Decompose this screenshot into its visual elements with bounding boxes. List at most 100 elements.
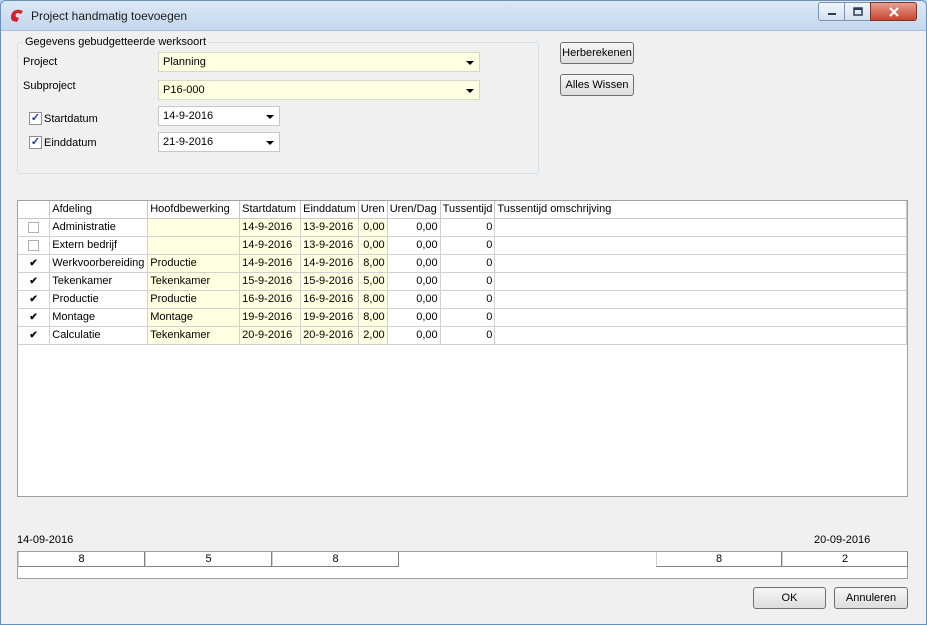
cell-tussentijd[interactable]: 0 <box>440 290 496 309</box>
cell-startdatum[interactable]: 15-9-2016 <box>239 272 302 291</box>
cell-uren[interactable]: 0,00 <box>358 218 388 237</box>
cell-tussentijd[interactable]: 0 <box>440 254 496 273</box>
cell-afdeling[interactable]: Calculatie <box>49 326 149 345</box>
annuleren-button[interactable]: Annuleren <box>834 587 908 609</box>
cell-uren[interactable]: 2,00 <box>358 326 388 345</box>
cell-startdatum[interactable]: 14-9-2016 <box>239 254 302 273</box>
cell-tussentijd-omschrijving[interactable] <box>494 218 907 237</box>
col-header-hoofdbewerking[interactable]: Hoofdbewerking <box>147 201 241 219</box>
cell-hoofdbewerking[interactable]: Productie <box>147 290 241 309</box>
startdatum-datepicker[interactable]: 14-9-2016 <box>158 106 280 126</box>
close-button[interactable] <box>870 2 917 21</box>
col-header-uren-dag[interactable]: Uren/Dag <box>387 201 441 219</box>
cell-tussentijd-omschrijving[interactable] <box>494 272 907 291</box>
cell-hoofdbewerking[interactable]: Montage <box>147 308 241 327</box>
cell-startdatum[interactable]: 14-9-2016 <box>239 218 302 237</box>
row-checkbox[interactable] <box>28 221 40 233</box>
grid-scroll-gutter <box>908 200 911 497</box>
table-row[interactable]: CalculatieTekenkamer20-9-201620-9-20162,… <box>18 326 907 345</box>
einddatum-datepicker[interactable]: 21-9-2016 <box>158 132 280 152</box>
cell-hoofdbewerking[interactable] <box>147 218 241 237</box>
cell-hoofdbewerking[interactable]: Productie <box>147 254 241 273</box>
cell-uren-dag[interactable]: 0,00 <box>387 290 441 309</box>
cell-uren-dag[interactable]: 0,00 <box>387 236 441 255</box>
table-row[interactable]: TekenkamerTekenkamer15-9-201615-9-20165,… <box>18 272 907 291</box>
app-logo-icon <box>11 9 23 22</box>
table-row[interactable]: WerkvoorbereidingProductie14-9-201614-9-… <box>18 254 907 273</box>
einddatum-checkbox[interactable] <box>29 136 42 149</box>
cell-tussentijd-omschrijving[interactable] <box>494 254 907 273</box>
cell-hoofdbewerking[interactable]: Tekenkamer <box>147 326 241 345</box>
cell-einddatum[interactable]: 13-9-2016 <box>300 236 359 255</box>
cell-startdatum[interactable]: 20-9-2016 <box>239 326 302 345</box>
row-checkbox[interactable] <box>28 311 40 323</box>
col-header-tussentijd[interactable]: Tussentijd <box>440 201 496 219</box>
cell-einddatum[interactable]: 14-9-2016 <box>300 254 359 273</box>
cell-uren[interactable]: 8,00 <box>358 290 388 309</box>
cell-hoofdbewerking[interactable]: Tekenkamer <box>147 272 241 291</box>
subproject-dropdown[interactable]: P16-000 <box>158 80 480 100</box>
cell-startdatum[interactable]: 16-9-2016 <box>239 290 302 309</box>
cell-einddatum[interactable]: 15-9-2016 <box>300 272 359 291</box>
cell-afdeling[interactable]: Extern bedrijf <box>49 236 149 255</box>
table-row[interactable]: ProductieProductie16-9-201616-9-20168,00… <box>18 290 907 309</box>
project-dropdown[interactable]: Planning <box>158 52 480 72</box>
minimize-button[interactable] <box>818 2 845 21</box>
cell-tussentijd-omschrijving[interactable] <box>494 236 907 255</box>
timeline-segment[interactable]: 8 <box>656 552 782 567</box>
col-header-tussentijd-omschrijving[interactable]: Tussentijd omschrijving <box>494 201 907 219</box>
col-header-uren[interactable]: Uren <box>358 201 388 219</box>
table-row[interactable]: Administratie 14-9-2016 13-9-2016 0,00 0,00 0 <box>18 218 907 237</box>
cell-uren-dag[interactable]: 0,00 <box>387 218 441 237</box>
cell-tussentijd-omschrijving[interactable] <box>494 326 907 345</box>
cell-hoofdbewerking[interactable] <box>147 236 241 255</box>
cell-uren[interactable]: 5,00 <box>358 272 388 291</box>
col-header-afdeling[interactable]: Afdeling <box>49 201 149 219</box>
cell-tussentijd-omschrijving[interactable] <box>494 308 907 327</box>
cell-startdatum[interactable]: 14-9-2016 <box>239 236 302 255</box>
row-checkbox[interactable] <box>28 329 40 341</box>
alles-wissen-button[interactable]: Alles Wissen <box>560 74 634 96</box>
cell-afdeling[interactable]: Werkvoorbereiding <box>49 254 149 273</box>
startdatum-checkbox[interactable] <box>29 112 42 125</box>
cell-tussentijd[interactable]: 0 <box>440 236 496 255</box>
cell-uren-dag[interactable]: 0,00 <box>387 272 441 291</box>
cell-einddatum[interactable]: 20-9-2016 <box>300 326 359 345</box>
table-row[interactable]: Extern bedrijf 14-9-2016 13-9-2016 0,00 0,00… <box>18 236 907 255</box>
row-checkbox[interactable] <box>28 239 40 251</box>
cell-uren[interactable]: 8,00 <box>358 254 388 273</box>
cell-uren-dag[interactable]: 0,00 <box>387 326 441 345</box>
cell-tussentijd[interactable]: 0 <box>440 272 496 291</box>
cell-einddatum[interactable]: 16-9-2016 <box>300 290 359 309</box>
cell-afdeling[interactable]: Montage <box>49 308 149 327</box>
timeline-segment[interactable]: 5 <box>145 552 272 567</box>
row-checkbox[interactable] <box>28 293 40 305</box>
cell-einddatum[interactable]: 19-9-2016 <box>300 308 359 327</box>
maximize-button[interactable] <box>844 2 871 21</box>
cell-einddatum[interactable]: 13-9-2016 <box>300 218 359 237</box>
cell-tussentijd[interactable]: 0 <box>440 308 496 327</box>
herberekenen-button[interactable]: Herberekenen <box>560 42 634 64</box>
timeline-segment[interactable]: 8 <box>272 552 399 567</box>
col-header-einddatum[interactable]: Einddatum <box>300 201 359 219</box>
col-header-startdatum[interactable]: Startdatum <box>239 201 302 219</box>
cell-afdeling[interactable]: Administratie <box>49 218 149 237</box>
col-header-select[interactable] <box>18 201 51 219</box>
cell-tussentijd[interactable]: 0 <box>440 326 496 345</box>
timeline-segment[interactable]: 2 <box>782 552 908 567</box>
cell-tussentijd[interactable]: 0 <box>440 218 496 237</box>
ok-button[interactable]: OK <box>753 587 826 609</box>
row-checkbox[interactable] <box>28 257 40 269</box>
cell-afdeling[interactable]: Productie <box>49 290 149 309</box>
cell-uren-dag[interactable]: 0,00 <box>387 254 441 273</box>
table-row[interactable]: MontageMontage19-9-201619-9-20168,000,00… <box>18 308 907 327</box>
cell-uren[interactable]: 8,00 <box>358 308 388 327</box>
cell-afdeling[interactable]: Tekenkamer <box>49 272 149 291</box>
timeline-segment[interactable]: 8 <box>18 552 145 567</box>
cell-tussentijd-omschrijving[interactable] <box>494 290 907 309</box>
cell-startdatum[interactable]: 19-9-2016 <box>239 308 302 327</box>
einddatum-label: Einddatum <box>44 137 97 149</box>
cell-uren-dag[interactable]: 0,00 <box>387 308 441 327</box>
row-checkbox[interactable] <box>28 275 40 287</box>
cell-uren[interactable]: 0,00 <box>358 236 388 255</box>
